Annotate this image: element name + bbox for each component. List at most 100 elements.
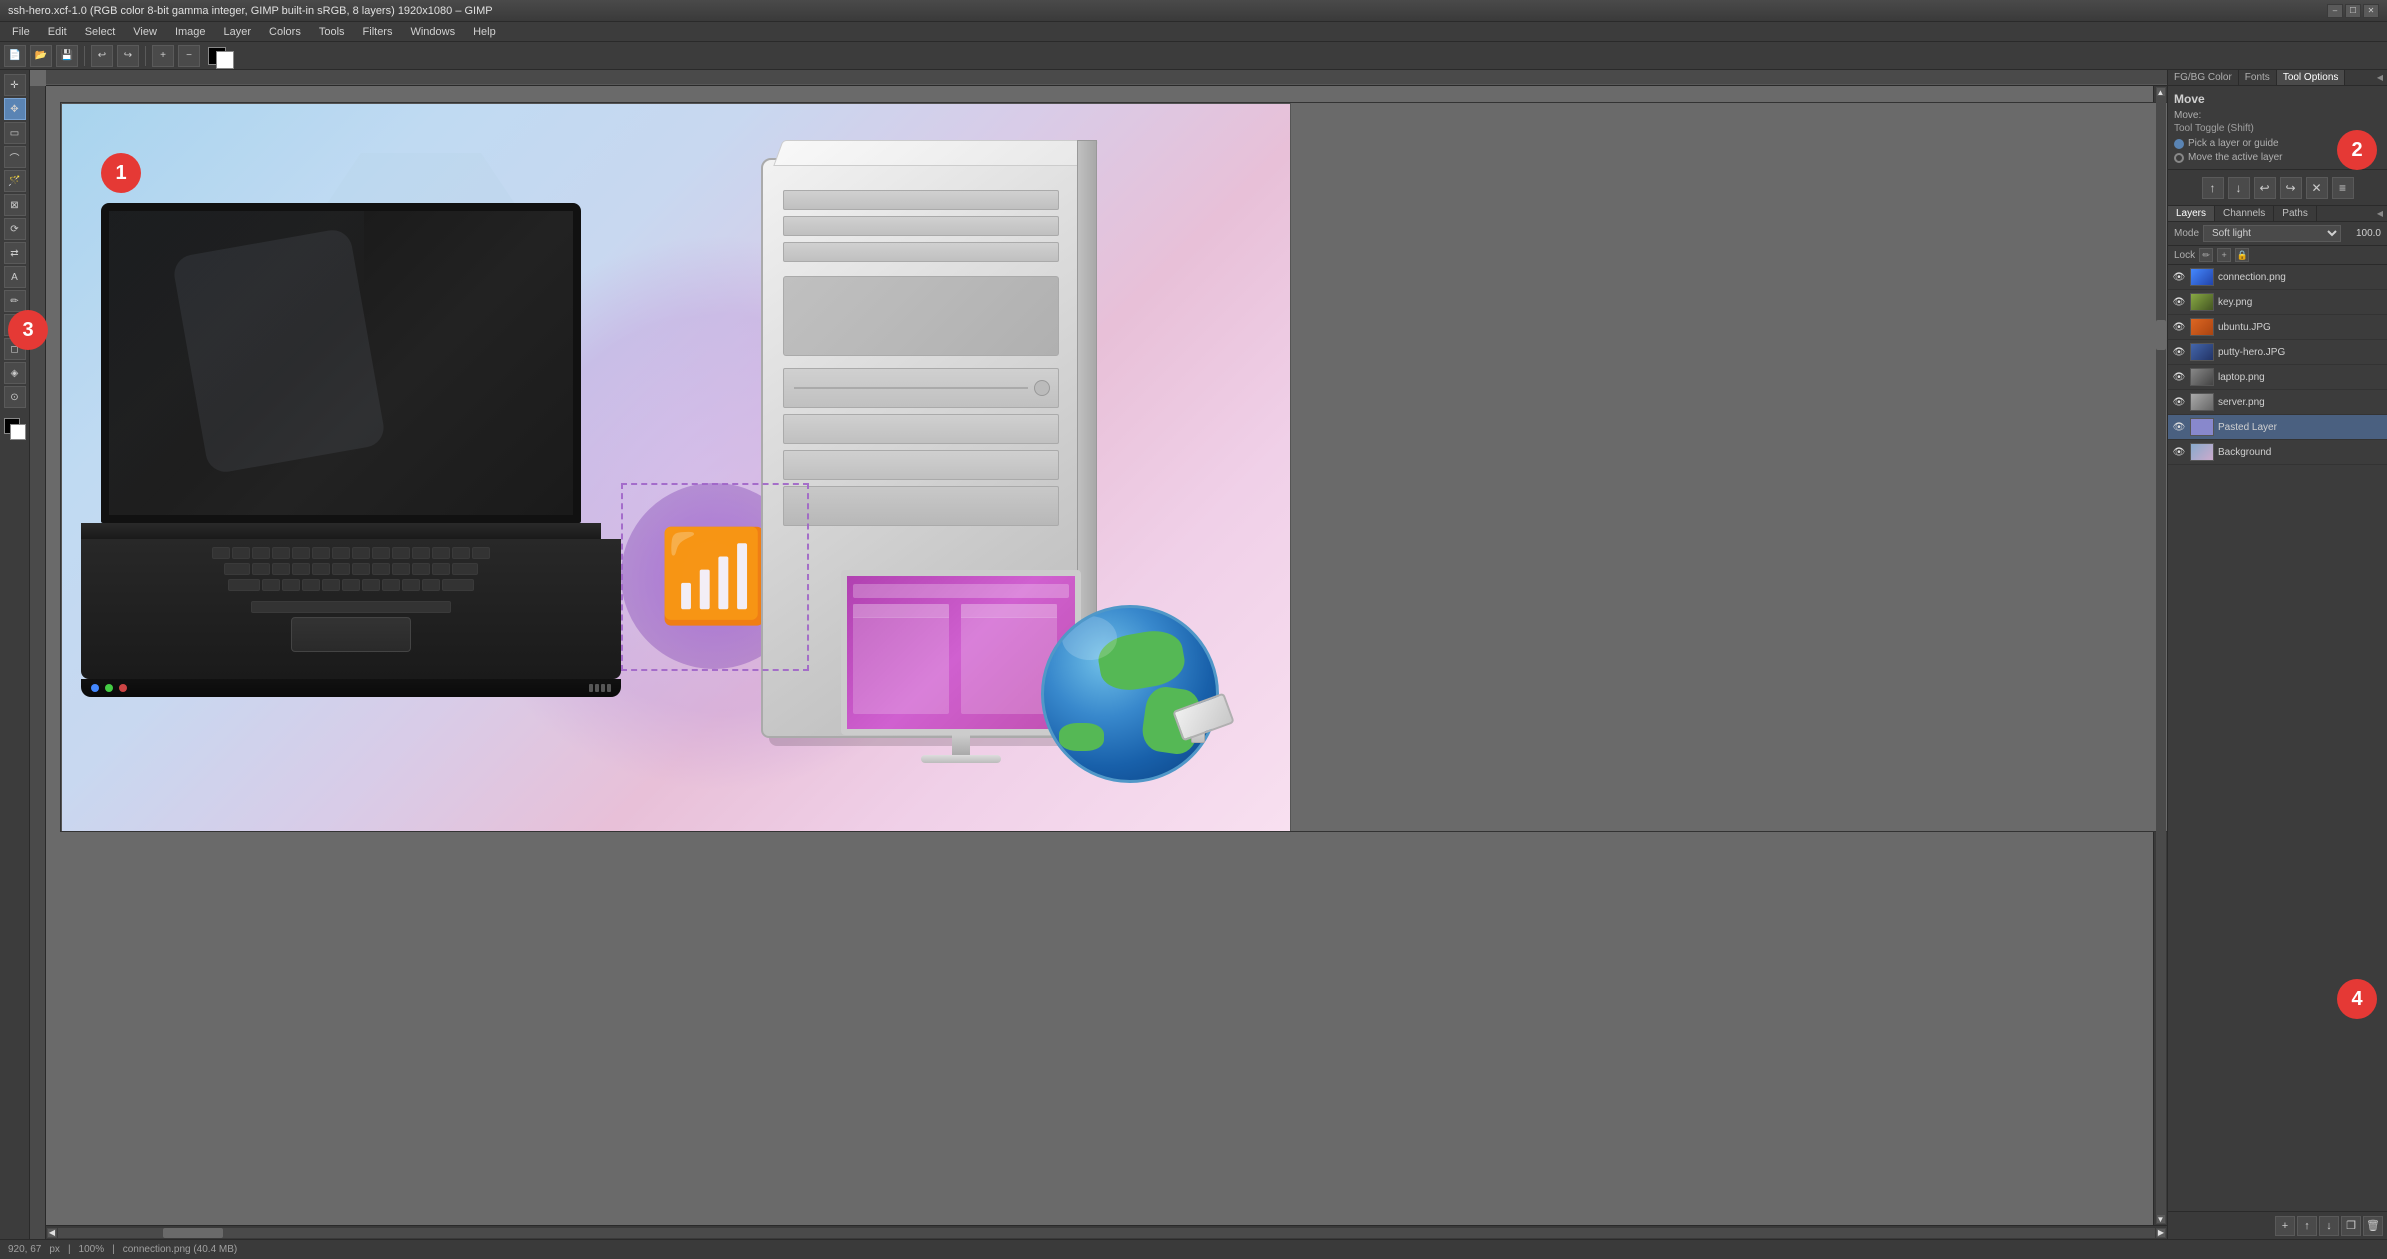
menu-windows[interactable]: Windows <box>402 24 463 40</box>
zoom-out-button[interactable]: − <box>178 45 200 67</box>
save-button[interactable]: 💾 <box>56 45 78 67</box>
layer-duplicate-btn[interactable]: ❐ <box>2341 1216 2361 1236</box>
tab-paths[interactable]: Paths <box>2274 206 2317 221</box>
radio-pick-layer[interactable] <box>2174 139 2184 149</box>
key <box>372 563 390 575</box>
tool-bg-color[interactable] <box>10 424 26 440</box>
tab-layers[interactable]: Layers <box>2168 206 2215 221</box>
right-panel: FG/BG Color Fonts Tool Options ◀ Move Mo… <box>2167 70 2387 1239</box>
layer-item-ubuntu[interactable]: 👁 ubuntu.JPG <box>2168 315 2387 340</box>
tab-channels[interactable]: Channels <box>2215 206 2274 221</box>
layer-actions: + ↑ ↓ ❐ 🗑 <box>2168 1211 2387 1239</box>
tool-text[interactable]: A <box>4 266 26 288</box>
hscroll-thumb[interactable] <box>163 1228 223 1238</box>
lock-position-btn[interactable]: + <box>2217 248 2231 262</box>
tool-crosshair[interactable]: ✛ <box>4 74 26 96</box>
layer-eye-key[interactable]: 👁 <box>2172 295 2186 309</box>
layer-item-background[interactable]: 👁 Background <box>2168 440 2387 465</box>
layer-redo-btn[interactable]: ↪ <box>2280 177 2302 199</box>
tab-fonts[interactable]: Fonts <box>2239 70 2277 85</box>
tool-fill[interactable]: ◈ <box>4 362 26 384</box>
maximize-button[interactable]: ☐ <box>2345 4 2361 18</box>
redo-button[interactable]: ↪ <box>117 45 139 67</box>
layer-thumb-key <box>2190 293 2214 311</box>
vscroll-up[interactable]: ▲ <box>2156 87 2166 97</box>
menu-layer[interactable]: Layer <box>216 24 260 40</box>
layer-lower-btn[interactable]: ↓ <box>2319 1216 2339 1236</box>
tool-color-picker[interactable]: ⊙ <box>4 386 26 408</box>
menu-filters[interactable]: Filters <box>355 24 401 40</box>
new-button[interactable]: 📄 <box>4 45 26 67</box>
layer-move-down-btn[interactable]: ↓ <box>2228 177 2250 199</box>
tool-transform[interactable]: ⟳ <box>4 218 26 240</box>
layer-remove-btn[interactable]: 🗑 <box>2363 1216 2383 1236</box>
lock-pixels-btn[interactable]: ✏ <box>2199 248 2213 262</box>
layer-new-btn[interactable]: + <box>2275 1216 2295 1236</box>
panel-collapse-btn[interactable]: ◀ <box>2373 70 2387 84</box>
layers-panel-menu[interactable]: ◀ <box>2373 207 2387 221</box>
tool-color-swatch[interactable] <box>4 418 26 440</box>
step-badge-4: 4 <box>2337 979 2377 1019</box>
layer-eye-laptop[interactable]: 👁 <box>2172 370 2186 384</box>
keyboard-row-2 <box>93 563 609 575</box>
bg-color-swatch[interactable] <box>216 51 234 69</box>
layer-raise-btn[interactable]: ↑ <box>2297 1216 2317 1236</box>
layer-eye-server[interactable]: 👁 <box>2172 395 2186 409</box>
menu-help[interactable]: Help <box>465 24 504 40</box>
layer-eye-ubuntu[interactable]: 👁 <box>2172 320 2186 334</box>
layer-item-putty[interactable]: 👁 putty-hero.JPG <box>2168 340 2387 365</box>
vertical-scrollbar[interactable]: ▲ ▼ <box>2153 86 2167 1225</box>
layer-name-connection: connection.png <box>2218 272 2383 283</box>
key <box>252 563 270 575</box>
tool-pencil[interactable]: ✏ <box>4 290 26 312</box>
tab-tool-options[interactable]: Tool Options <box>2277 70 2346 85</box>
tool-flip[interactable]: ⇄ <box>4 242 26 264</box>
menu-view[interactable]: View <box>125 24 165 40</box>
layer-undo-btn[interactable]: ↩ <box>2254 177 2276 199</box>
layer-item-connection[interactable]: 👁 connection.png <box>2168 265 2387 290</box>
vscroll-down[interactable]: ▼ <box>2156 1214 2166 1224</box>
layer-menu-btn[interactable]: ≡ <box>2332 177 2354 199</box>
menu-image[interactable]: Image <box>167 24 214 40</box>
hscroll-left[interactable]: ◀ <box>47 1228 57 1238</box>
layer-thumb-background <box>2190 443 2214 461</box>
layer-eye-background[interactable]: 👁 <box>2172 445 2186 459</box>
minimize-button[interactable]: – <box>2327 4 2343 18</box>
horizontal-scrollbar[interactable]: ◀ ▶ <box>46 1225 2167 1239</box>
open-button[interactable]: 📂 <box>30 45 52 67</box>
hscroll-right[interactable]: ▶ <box>2156 1228 2166 1238</box>
vscroll-thumb[interactable] <box>2156 320 2166 350</box>
color-indicator[interactable] <box>208 45 238 67</box>
layer-delete-btn[interactable]: ✕ <box>2306 177 2328 199</box>
mode-select[interactable]: Soft light <box>2203 225 2341 242</box>
menu-select[interactable]: Select <box>77 24 124 40</box>
layer-move-up-btn[interactable]: ↑ <box>2202 177 2224 199</box>
laptop-keyboard <box>81 539 621 679</box>
tool-crop[interactable]: ⊠ <box>4 194 26 216</box>
layer-eye-connection[interactable]: 👁 <box>2172 270 2186 284</box>
vscroll-track[interactable] <box>2156 97 2166 1214</box>
radio-move-active[interactable] <box>2174 153 2184 163</box>
menu-colors[interactable]: Colors <box>261 24 309 40</box>
close-button[interactable]: ✕ <box>2363 4 2379 18</box>
menu-tools[interactable]: Tools <box>311 24 353 40</box>
key <box>432 563 450 575</box>
hscroll-track[interactable] <box>58 1228 2155 1238</box>
canvas[interactable]: 📶 <box>60 102 2167 832</box>
layer-item-server[interactable]: 👁 server.png <box>2168 390 2387 415</box>
tool-lasso[interactable]: ⌒ <box>4 146 26 168</box>
layer-item-laptop[interactable]: 👁 laptop.png <box>2168 365 2387 390</box>
zoom-in-button[interactable]: + <box>152 45 174 67</box>
layer-eye-pasted[interactable]: 👁 <box>2172 420 2186 434</box>
menu-file[interactable]: File <box>4 24 38 40</box>
tool-move[interactable]: ✥ <box>4 98 26 120</box>
menu-edit[interactable]: Edit <box>40 24 75 40</box>
layer-item-key[interactable]: 👁 key.png <box>2168 290 2387 315</box>
undo-button[interactable]: ↩ <box>91 45 113 67</box>
tab-fg-bg-color[interactable]: FG/BG Color <box>2168 70 2239 85</box>
tool-rect-select[interactable]: ▭ <box>4 122 26 144</box>
layer-item-pasted[interactable]: 👁 Pasted Layer <box>2168 415 2387 440</box>
lock-all-btn[interactable]: 🔒 <box>2235 248 2249 262</box>
layer-eye-putty[interactable]: 👁 <box>2172 345 2186 359</box>
tool-fuzzy-select[interactable]: 🪄 <box>4 170 26 192</box>
